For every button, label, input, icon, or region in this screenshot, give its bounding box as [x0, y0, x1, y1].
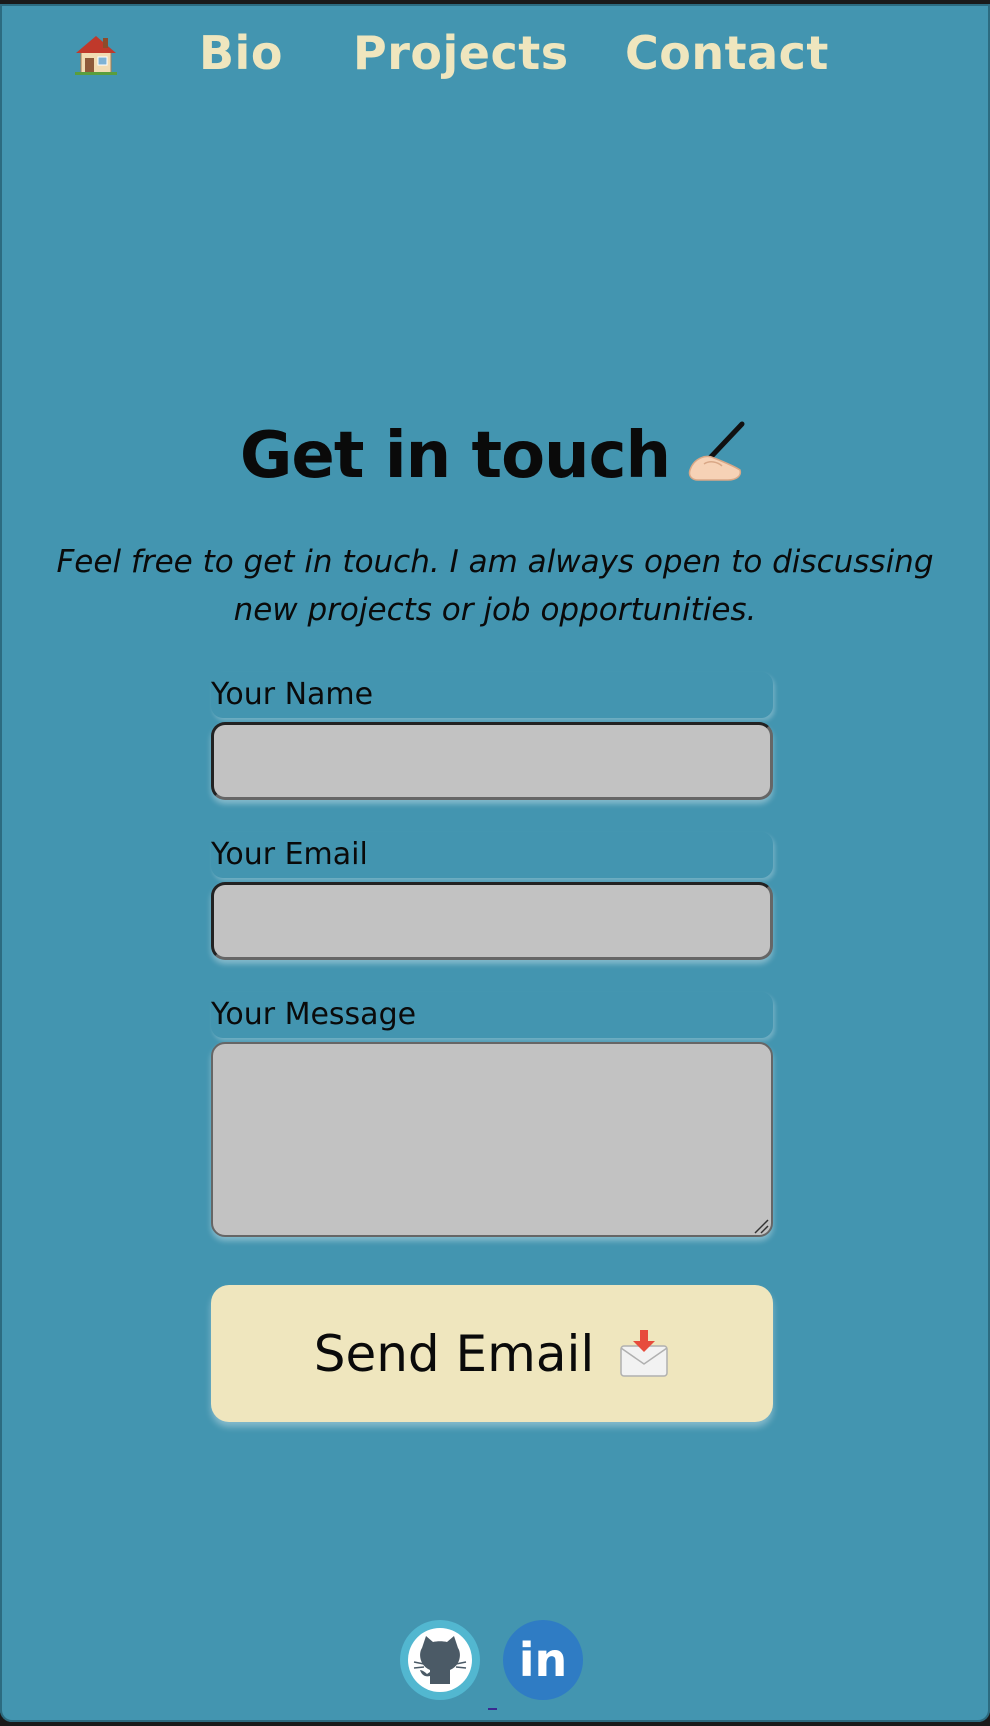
send-email-label: Send Email: [313, 1324, 595, 1383]
page-title-text: Get in touch: [239, 419, 671, 493]
message-textarea[interactable]: [211, 1042, 773, 1237]
nav-link-projects[interactable]: Projects: [353, 26, 569, 80]
linkedin-icon: in: [518, 1633, 568, 1687]
writing-hand-icon: [684, 420, 750, 498]
email-input[interactable]: [211, 882, 773, 960]
page-title: Get in touch: [0, 419, 990, 498]
focus-indicator: [488, 1708, 497, 1710]
email-label: Your Email: [211, 832, 773, 878]
send-email-button[interactable]: Send Email: [211, 1285, 773, 1422]
envelope-download-icon: [620, 1329, 669, 1377]
github-link[interactable]: [400, 1620, 480, 1700]
textarea-resize-handle[interactable]: [753, 1218, 769, 1234]
intro-text: Feel free to get in touch. I am always o…: [56, 544, 934, 628]
linkedin-link[interactable]: in: [503, 1620, 583, 1700]
contact-page: Bio Projects Contact Get in touch Feel f…: [0, 4, 990, 1722]
nav-link-bio[interactable]: Bio: [199, 26, 283, 80]
github-icon: [408, 1628, 472, 1692]
nav-link-contact[interactable]: Contact: [625, 26, 829, 80]
name-label: Your Name: [211, 672, 773, 718]
name-input[interactable]: [211, 722, 773, 800]
message-label: Your Message: [211, 992, 773, 1038]
top-nav: Bio Projects Contact: [0, 4, 990, 114]
nav-home-link[interactable]: [70, 28, 122, 80]
house-icon: [75, 36, 117, 75]
